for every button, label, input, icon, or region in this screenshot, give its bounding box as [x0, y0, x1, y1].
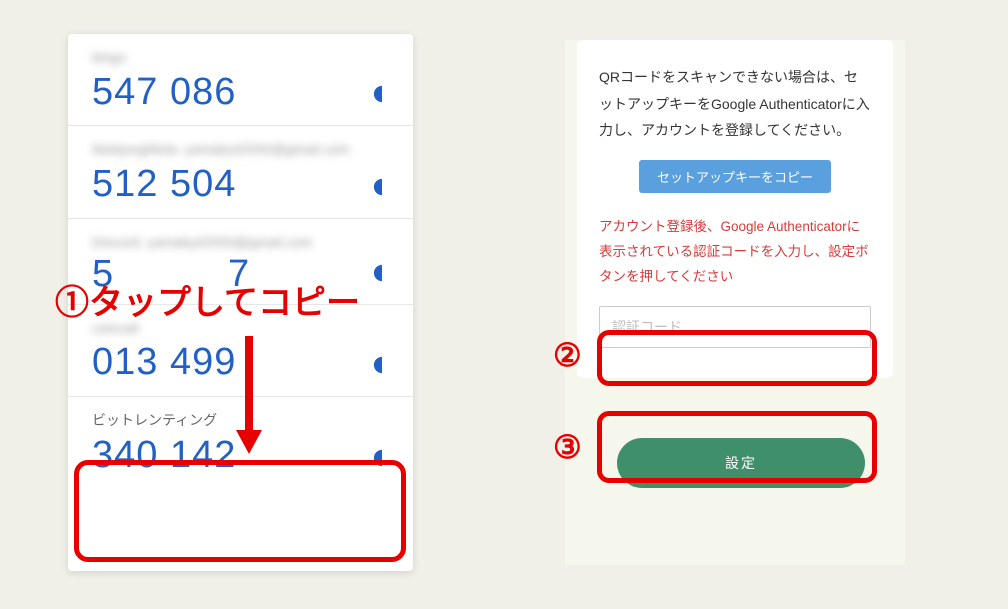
- annotation-step3-marker: ③: [553, 428, 582, 466]
- verification-code-input[interactable]: [599, 306, 871, 348]
- annotation-step2-marker: ②: [553, 336, 582, 374]
- account-code: 547 086: [92, 72, 389, 114]
- timer-icon: [373, 85, 391, 103]
- submit-button[interactable]: 設定: [617, 438, 865, 488]
- account-label: bingo: [92, 48, 389, 68]
- account-label: ビットレンティング: [92, 411, 389, 431]
- timer-icon: [373, 449, 391, 467]
- setup-screen: QRコードをスキャンできない場合は、セットアップキーをGoogle Authen…: [565, 40, 905, 565]
- account-code: 340 142: [92, 435, 389, 477]
- account-label: Discord: yamaky42550@gmail.com: [92, 233, 389, 253]
- account-code: 512 504: [92, 164, 389, 206]
- timer-icon: [373, 264, 391, 282]
- annotation-step1-label: ①タップしてコピー: [55, 286, 360, 320]
- timer-icon: [373, 178, 391, 196]
- account-label: MahjongMeta: yamaky42550@gmail.com: [92, 140, 389, 160]
- account-code: 013 499: [92, 342, 389, 384]
- authenticator-account-highlighted[interactable]: ビットレンティング 340 142: [68, 397, 413, 488]
- authenticator-account[interactable]: MahjongMeta: yamaky42550@gmail.com 512 5…: [68, 126, 413, 218]
- setup-instruction: QRコードをスキャンできない場合は、セットアップキーをGoogle Authen…: [599, 64, 871, 144]
- authenticator-account[interactable]: bingo 547 086: [68, 34, 413, 126]
- copy-setup-key-button[interactable]: セットアップキーをコピー: [639, 160, 831, 193]
- timer-icon: [373, 356, 391, 374]
- setup-card: QRコードをスキャンできない場合は、セットアップキーをGoogle Authen…: [577, 40, 893, 378]
- setup-warning: アカウント登録後、Google Authenticatorに表示されている認証コ…: [599, 215, 871, 290]
